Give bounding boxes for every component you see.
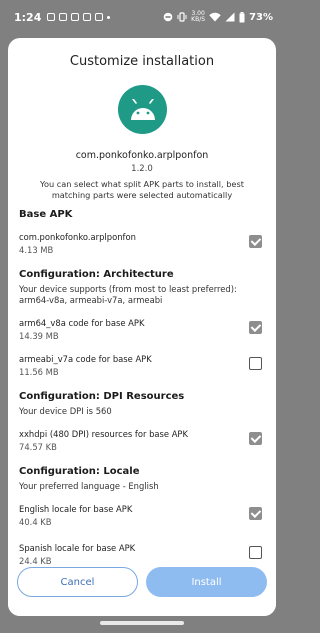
network-speed: 3.00 KB/S	[191, 11, 205, 23]
section-title-architecture: Configuration: Architecture	[19, 269, 174, 280]
more-notifications-icon	[107, 15, 111, 19]
status-bar-right: 3.00 KB/S 73%	[163, 11, 273, 23]
chat-icon	[71, 13, 80, 21]
section-subtitle-architecture: Your device supports (from most to least…	[19, 284, 237, 305]
dialog-description: You can select what split APK parts to i…	[40, 179, 244, 200]
dnd-icon	[163, 12, 173, 22]
dialog-footer: Cancel Install	[8, 564, 276, 616]
split-item-name: com.ponkofonko.arplponfon	[19, 232, 136, 242]
split-item-name: English locale for base APK	[19, 504, 133, 514]
android-head-icon	[130, 98, 155, 120]
split-item-size: 74.57 KB	[19, 442, 57, 452]
split-item-checkbox[interactable]	[249, 235, 262, 248]
status-bar-left: 1:24	[14, 10, 111, 24]
split-item-checkbox[interactable]	[249, 546, 262, 559]
split-item-name: arm64_v8a code for base APK	[19, 318, 145, 328]
wifi-icon	[209, 12, 221, 22]
split-item-checkbox[interactable]	[249, 507, 262, 520]
message-icon	[59, 13, 68, 21]
split-item-armeabi-v7a[interactable]: armeabi_v7a code for base APK 11.56 MB	[19, 354, 266, 382]
split-item-size: 11.56 MB	[19, 367, 59, 377]
split-item-size: 4.13 MB	[19, 245, 54, 255]
dialog-title: Customize installation	[69, 54, 215, 69]
vibrate-icon	[177, 12, 187, 22]
customize-installation-dialog: Customize installation com.ponkofonko.ar…	[8, 38, 276, 616]
section-subtitle-dpi: Your device DPI is 560	[19, 406, 112, 416]
calendar-icon	[95, 13, 104, 21]
split-item-base-apk[interactable]: com.ponkofonko.arplponfon 4.13 MB	[19, 232, 266, 260]
cancel-button[interactable]: Cancel	[17, 567, 138, 597]
split-item-xxhdpi[interactable]: xxhdpi (480 DPI) resources for base APK …	[19, 429, 266, 457]
battery-percent: 73%	[249, 11, 273, 23]
section-title-dpi: Configuration: DPI Resources	[19, 391, 185, 402]
signal-icon	[225, 12, 235, 22]
split-item-english-locale[interactable]: English locale for base APK 40.4 KB	[19, 504, 266, 532]
notification-icon	[47, 13, 56, 21]
app-package-name: com.ponkofonko.arplponfon	[75, 150, 209, 161]
split-item-arm64-v8a[interactable]: arm64_v8a code for base APK 14.39 MB	[19, 318, 266, 346]
split-item-name: Spanish locale for base APK	[19, 543, 136, 553]
split-item-size: 40.4 KB	[19, 517, 52, 527]
section-subtitle-locale: Your preferred language - English	[19, 481, 159, 491]
split-item-name: armeabi_v7a code for base APK	[19, 354, 152, 364]
app-version: 1.2.0	[131, 164, 153, 174]
android-icon	[118, 85, 167, 134]
battery-icon	[239, 11, 245, 22]
status-bar: 1:24 3.00 KB/S 73%	[0, 0, 283, 34]
status-time: 1:24	[14, 10, 42, 24]
split-item-name: xxhdpi (480 DPI) resources for base APK	[19, 429, 188, 439]
section-title-locale: Configuration: Locale	[19, 466, 140, 477]
split-item-checkbox[interactable]	[249, 432, 262, 445]
split-item-checkbox[interactable]	[249, 321, 262, 334]
network-speed-unit: KB/S	[191, 16, 206, 23]
section-title-base-apk: Base APK	[19, 209, 73, 220]
split-item-size: 14.39 MB	[19, 331, 59, 341]
install-button[interactable]: Install	[146, 567, 267, 597]
split-item-checkbox[interactable]	[249, 357, 262, 370]
app-notification-icon	[83, 13, 92, 21]
gesture-nav-handle[interactable]	[100, 621, 184, 625]
